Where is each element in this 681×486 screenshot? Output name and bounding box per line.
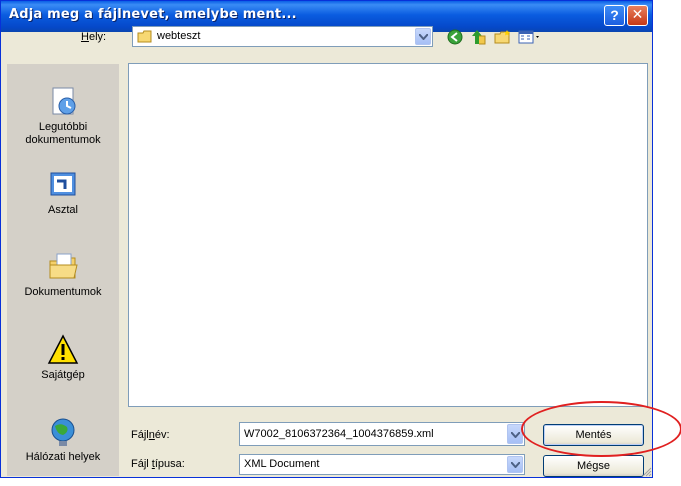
recent-documents-icon [52, 87, 76, 115]
up-folder-icon[interactable] [470, 29, 486, 45]
chevron-down-icon [419, 34, 428, 40]
place-label: Legutóbbi dokumentumok [25, 121, 101, 146]
place-my-documents[interactable]: Dokumentumok [7, 251, 119, 299]
place-my-computer[interactable]: Sajátgép [7, 334, 119, 382]
views-menu-icon[interactable] [518, 29, 542, 45]
back-icon[interactable] [447, 29, 463, 45]
folder-icon [137, 30, 152, 43]
place-recent[interactable]: Legutóbbi dokumentumok [7, 86, 119, 147]
place-label: Hálózati helyek [25, 451, 101, 463]
location-dropdown-button[interactable] [415, 28, 431, 45]
place-network[interactable]: Hálózati helyek [7, 416, 119, 464]
save-dialog: Adja meg a fájlnevet, amelybe ment... ? … [0, 0, 653, 478]
location-combo[interactable]: webteszt [132, 26, 433, 47]
help-button[interactable]: ? [604, 5, 625, 26]
filename-dropdown-button[interactable] [507, 424, 523, 444]
location-value: webteszt [157, 30, 201, 42]
network-places-icon [51, 418, 75, 446]
close-button[interactable]: ✕ [627, 5, 648, 26]
filetype-label: Fájl típusa: [131, 458, 185, 470]
chevron-down-icon [511, 462, 520, 468]
places-bar: Legutóbbi dokumentumok Asztal Dokumentum… [7, 64, 119, 476]
place-desktop[interactable]: Asztal [7, 169, 119, 217]
warning-icon [47, 334, 79, 364]
resize-grip-icon[interactable] [641, 466, 652, 477]
filetype-dropdown-button[interactable] [507, 456, 523, 473]
filetype-select[interactable]: XML Document [239, 454, 525, 475]
place-label: Sajátgép [41, 369, 85, 381]
location-label: Hely: [81, 31, 107, 43]
filename-label: Fájlnév: [131, 429, 170, 441]
save-button[interactable]: Mentés [543, 424, 644, 446]
place-label: Asztal [48, 204, 78, 216]
filename-value: W7002_8106372364_1004376859.xml [244, 428, 434, 440]
desktop-icon [50, 172, 76, 196]
my-documents-icon [49, 253, 78, 279]
new-folder-icon[interactable] [494, 29, 512, 45]
filetype-value: XML Document [244, 458, 320, 470]
chevron-down-icon [511, 432, 520, 438]
file-list[interactable] [128, 63, 648, 407]
filename-field[interactable]: W7002_8106372364_1004376859.xml [239, 422, 525, 446]
cancel-button[interactable]: Mégse [543, 455, 644, 477]
dialog-title: Adja meg a fájlnevet, amelybe ment... [9, 7, 297, 22]
place-label: Dokumentumok [24, 286, 102, 298]
